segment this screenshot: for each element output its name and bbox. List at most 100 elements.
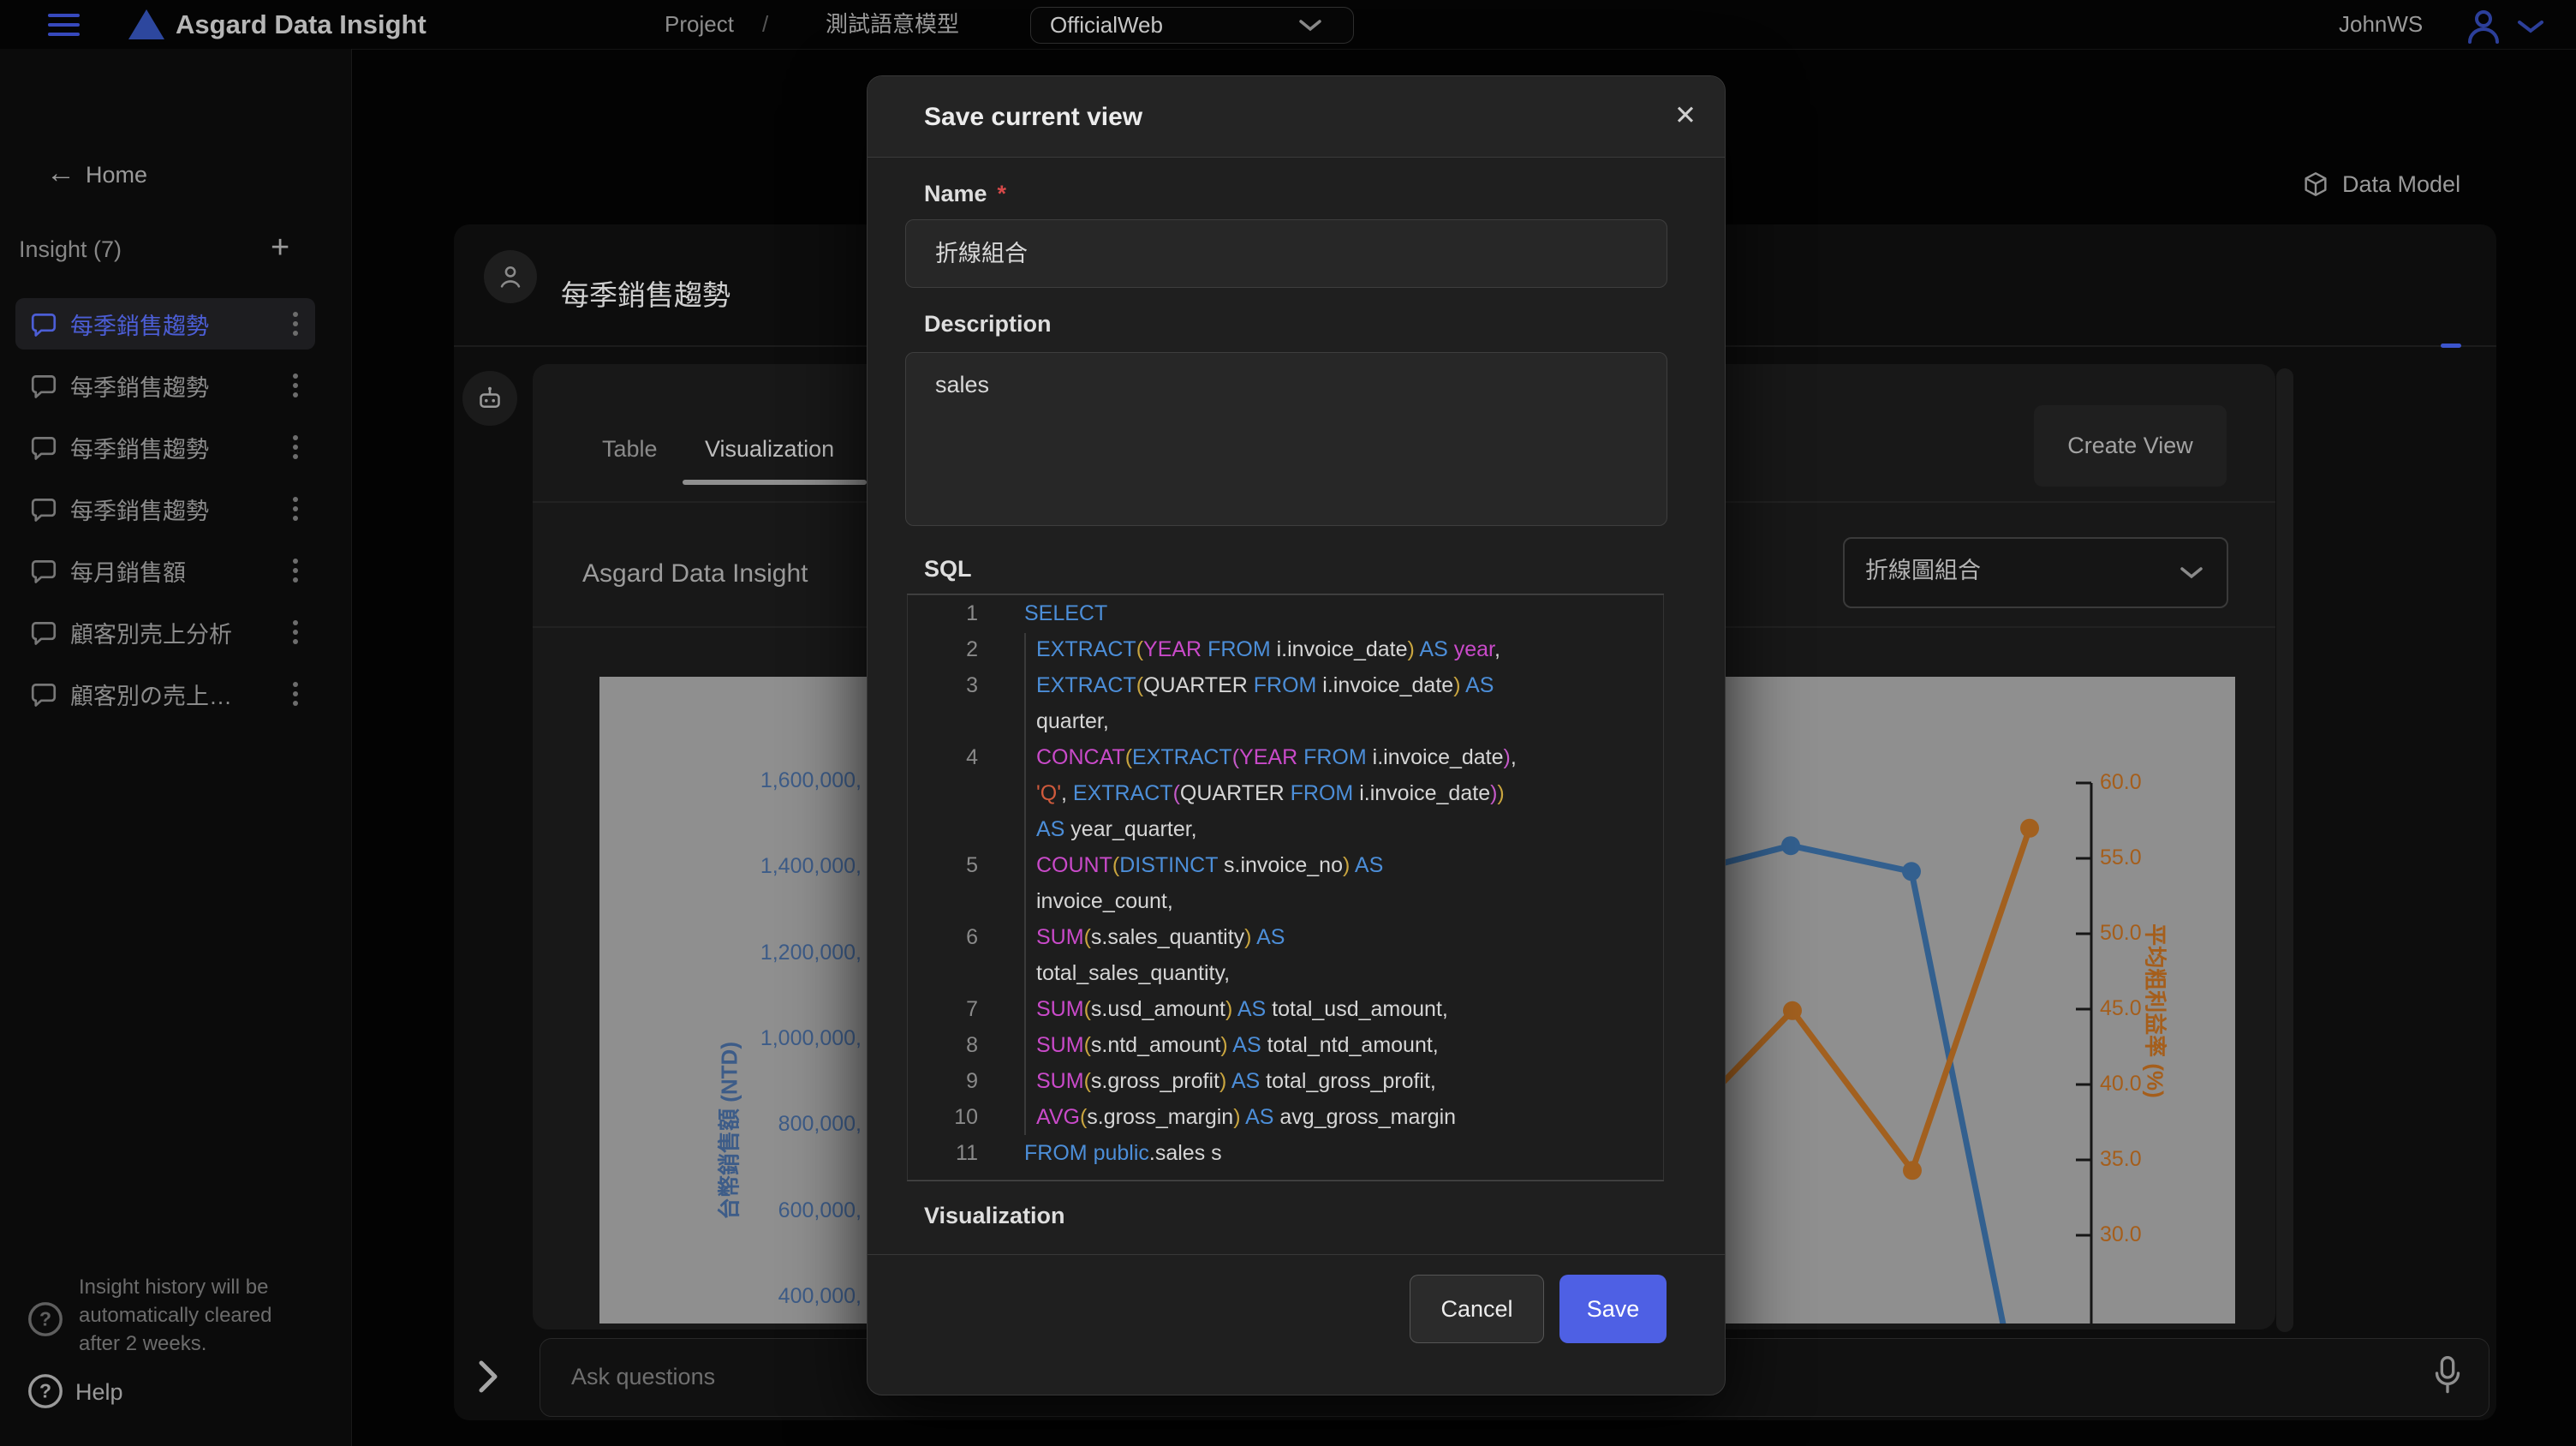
notice-line: after 2 weeks. (79, 1329, 336, 1358)
kebab-menu-icon[interactable] (293, 435, 298, 459)
sidebar-item-label: 每季銷售趨勢 (70, 308, 293, 341)
series-line-平均粗利益率 (1724, 828, 2030, 1171)
left-axis-tick-label: 1,200,000, (613, 941, 862, 965)
data-point (1781, 836, 1800, 855)
sql-code-line: 5COUNT(DISTINCT s.invoice_no) AS (908, 847, 1663, 883)
chart-type-select[interactable]: 折線圖組合 (1843, 537, 2228, 608)
tab-visualization[interactable]: Visualization (705, 436, 834, 463)
line-number: 5 (908, 847, 978, 883)
right-axis-tick-label: 60.0 (2100, 770, 2142, 795)
line-number: 9 (908, 1063, 978, 1099)
microphone-icon[interactable] (2430, 1353, 2465, 1401)
env-select[interactable]: OfficialWeb (1030, 7, 1354, 44)
kebab-menu-icon[interactable] (293, 497, 298, 521)
chat-bubble-icon (29, 309, 58, 338)
sql-code-line: 8SUM(s.ntd_amount) AS total_ntd_amount, (908, 1027, 1663, 1063)
chart-type-select-value: 折線圖組合 (1845, 539, 2227, 603)
user-chevron-down-icon[interactable] (2516, 19, 2545, 34)
sql-bottom-rule (907, 1180, 1664, 1181)
chat-bubble-icon (29, 556, 58, 585)
data-point (1902, 862, 1921, 881)
svg-text:?: ? (39, 1308, 51, 1330)
sidebar-item[interactable]: 每月銷售額 (15, 545, 315, 596)
sidebar-home[interactable]: Home (86, 162, 147, 188)
breadcrumb-project[interactable]: Project (665, 0, 734, 49)
chevron-down-icon (1298, 19, 1322, 33)
visualization-label: Visualization (924, 1203, 1065, 1229)
data-model-cube-icon[interactable] (2302, 170, 2329, 198)
chat-bubble-icon (29, 433, 58, 462)
line-number: 2 (908, 631, 978, 667)
left-axis-tick-label: 800,000, (613, 1112, 862, 1137)
sql-code-line: 3EXTRACT(QUARTER FROM i.invoice_date) AS (908, 667, 1663, 703)
kebab-menu-icon[interactable] (293, 682, 298, 706)
sql-code-line: 9SUM(s.gross_profit) AS total_gross_prof… (908, 1063, 1663, 1099)
breadcrumb-separator: / (762, 0, 768, 49)
sidebar-item[interactable]: 每季銷售趨勢 (15, 298, 315, 350)
help-question-icon[interactable]: ? (26, 1371, 65, 1411)
sidebar-item[interactable]: 顧客別の売上… (15, 668, 315, 720)
sql-code-line: quarter, (908, 703, 1663, 739)
tab-table[interactable]: Table (602, 436, 658, 463)
breadcrumb-model[interactable]: 測試語意模型 (826, 0, 959, 49)
left-axis-tick-label: 1,600,000, (613, 768, 862, 793)
data-model-button[interactable]: Data Model (2342, 171, 2460, 198)
kebab-menu-icon[interactable] (293, 559, 298, 583)
sidebar-section-insight: Insight (7) (19, 236, 122, 263)
sidebar-item-label: 顧客別売上分析 (70, 616, 293, 649)
chevron-down-icon (2179, 565, 2204, 580)
sql-code-block[interactable]: 1SELECT2EXTRACT(YEAR FROM i.invoice_date… (907, 595, 1664, 1180)
add-insight-button[interactable]: + (271, 233, 289, 262)
save-button[interactable]: Save (1559, 1275, 1667, 1343)
cancel-button[interactable]: Cancel (1410, 1275, 1544, 1343)
sidebar-item-label: 顧客別の売上… (70, 678, 293, 711)
sql-code-line: 6SUM(s.sales_quantity) AS (908, 919, 1663, 955)
line-number (908, 955, 978, 991)
kebab-menu-icon[interactable] (293, 620, 298, 644)
sidebar-item[interactable]: 每季銷售趨勢 (15, 483, 315, 535)
right-axis-tick-label: 35.0 (2100, 1147, 2142, 1172)
description-value: sales (906, 353, 1667, 398)
modal-header: Save current view (868, 76, 1725, 158)
line-number: 4 (908, 739, 978, 775)
line-number: 11 (908, 1135, 978, 1171)
info-question-icon: ? (26, 1300, 65, 1339)
user-avatar-icon[interactable] (2463, 8, 2504, 44)
insight-avatar (484, 250, 537, 303)
kebab-menu-icon[interactable] (293, 373, 298, 397)
right-axis-tick-label: 45.0 (2100, 996, 2142, 1021)
sql-code-line: total_sales_quantity, (908, 955, 1663, 991)
sidebar-item[interactable]: 每季銷售趨勢 (15, 360, 315, 411)
description-textarea[interactable]: sales (905, 352, 1667, 526)
line-number: 1 (908, 595, 978, 631)
chat-bubble-icon (29, 618, 58, 647)
collapse-chevron-right-icon[interactable] (476, 1359, 500, 1395)
notice-line: automatically cleared (79, 1301, 336, 1329)
data-point (2020, 819, 2039, 838)
series-line-台幣銷售額 (1724, 845, 2024, 1324)
line-number: 6 (908, 919, 978, 955)
sql-code-line: AS year_quarter, (908, 811, 1663, 847)
close-icon[interactable]: ✕ (1674, 100, 1696, 131)
person-icon (496, 262, 525, 291)
insight-title: 每季銷售趨勢 (561, 272, 730, 314)
line-number: 3 (908, 667, 978, 703)
sidebar-item[interactable]: 顧客別売上分析 (15, 606, 315, 658)
back-arrow-icon[interactable]: ← (46, 158, 75, 188)
card-scrollbar[interactable] (2276, 368, 2293, 1332)
sidebar-help[interactable]: Help (75, 1379, 123, 1406)
sidebar-item-label: 每月銷售額 (70, 554, 293, 588)
kebab-menu-icon[interactable] (293, 312, 298, 336)
line-number (908, 883, 978, 919)
create-view-button[interactable]: Create View (2034, 405, 2227, 487)
user-name: JohnWS (2339, 0, 2423, 49)
name-input-value: 折線組合 (906, 220, 1667, 287)
sidebar-item[interactable]: 每季銷售趨勢 (15, 421, 315, 473)
name-input[interactable]: 折線組合 (905, 219, 1667, 288)
right-axis-tick-label: 30.0 (2100, 1222, 2142, 1247)
chart-card-title: Asgard Data Insight (582, 559, 808, 589)
sql-code-line: 7SUM(s.usd_amount) AS total_usd_amount, (908, 991, 1663, 1027)
hamburger-menu-icon[interactable] (48, 14, 80, 36)
description-label: Description (924, 311, 1052, 338)
sql-code-line: 1SELECT (908, 595, 1663, 631)
